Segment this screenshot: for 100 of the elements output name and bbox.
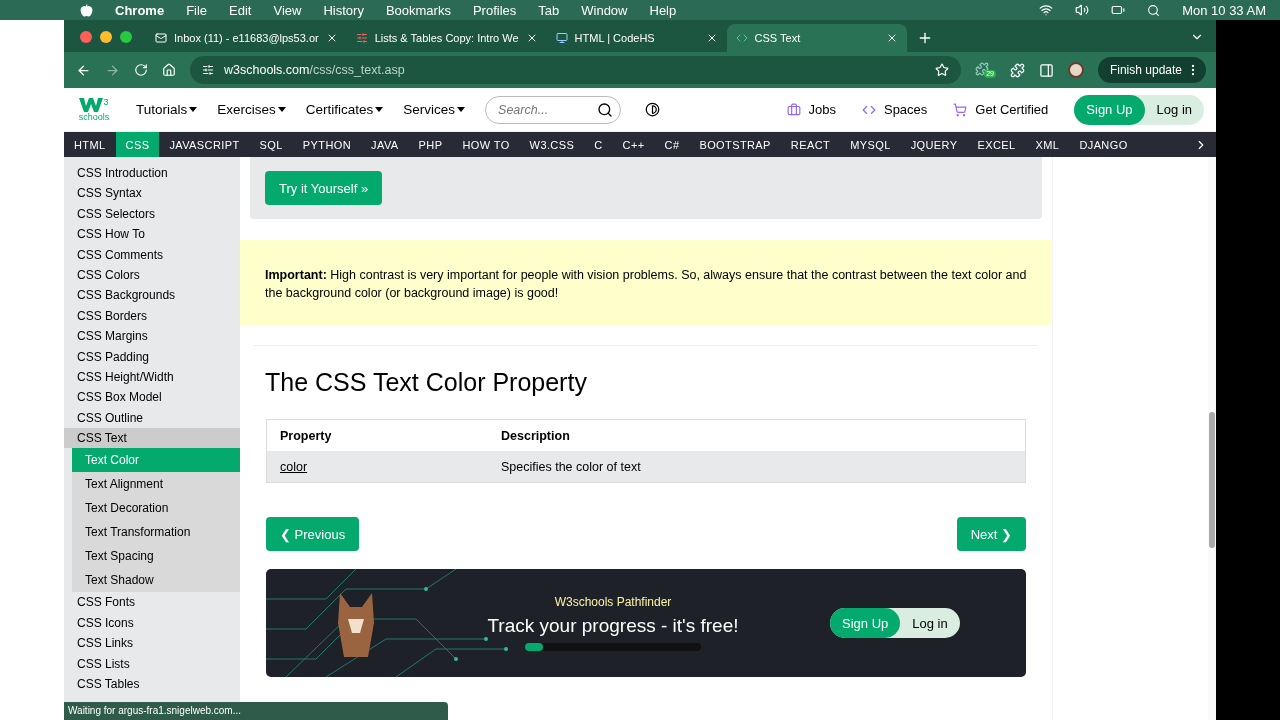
sidebar-item[interactable]: CSS Outline [64,407,240,429]
menu-item[interactable]: Window [581,2,628,18]
extensions-icon[interactable] [1009,62,1025,78]
clock[interactable]: Mon 10 33 AM [1182,2,1266,18]
home-icon[interactable] [162,63,176,77]
caret-icon [277,106,286,113]
topnav-item[interactable]: PYTHON [292,132,362,157]
topnav-item[interactable]: JAVA [361,132,409,157]
topnav-item[interactable]: EXCEL [967,132,1026,157]
sidebar-subitem[interactable]: Text Transformation [72,520,240,545]
sidebar-item[interactable]: CSS Icons [64,612,240,634]
sidebar-item[interactable]: CSS Links [64,633,240,654]
sidebar-subitem[interactable]: Text Spacing [72,544,240,569]
maximize-window-button[interactable] [120,31,132,43]
header-link[interactable]: Get Certified [953,102,1049,117]
sidebar-item[interactable]: CSS Colors [64,264,240,286]
sidebar-item[interactable]: CSS Backgrounds [64,285,240,306]
topnav-item[interactable]: DJANGO [1069,132,1138,157]
menu-item[interactable]: Help [649,2,677,18]
status-bar: Waiting for argus-fra1.snigelweb.com... [64,702,448,720]
sidebar-item[interactable]: CSS Fonts [64,592,240,613]
topnav-item[interactable]: HTML [64,132,116,157]
sidebar-item[interactable]: CSS Tables [64,674,240,695]
topnav-item[interactable]: XML [1025,132,1070,157]
sidebar-subitem[interactable]: Text Shadow [72,568,240,593]
sidebar-item[interactable]: CSS Introduction [64,163,240,184]
back-icon[interactable] [76,62,91,78]
topnav-item[interactable]: C [584,132,613,157]
nav-menu[interactable]: Tutorials [136,102,198,117]
address-field[interactable]: w3schools.com/css/css_text.asp [190,56,962,84]
topnav-item[interactable]: BOOTSTRAP [689,132,781,157]
monitor-icon [555,32,568,44]
caret-icon [457,106,466,113]
contrast-icon[interactable] [645,102,661,117]
browser-tab[interactable]: Inbox (11) - e11683@lps53.or [146,24,347,52]
sidebar-item[interactable]: CSS Borders [64,305,240,327]
topnav-item[interactable]: PHP [408,132,453,157]
banner-subtitle: W3schools Pathfinder [554,595,672,609]
sidebar-item[interactable]: CSS Box Model [64,387,240,408]
browser-tab[interactable]: Lists & Tables Copy: Intro We [346,24,547,52]
menu-item[interactable]: Edit [229,2,252,18]
briefcase-icon [786,102,801,117]
sidebar-item[interactable]: CSS Margins [64,326,240,347]
finish-update-button[interactable]: Finish update [1097,57,1206,83]
star-icon[interactable] [935,63,950,77]
table-cell-text: Specifies the color of text [501,459,642,474]
topnav-item[interactable]: C++ [612,132,655,157]
sidebar-item[interactable]: CSS Lists [64,653,240,675]
site-settings-icon[interactable] [202,64,214,76]
search-field[interactable]: Search... [485,95,622,124]
scrollbar[interactable] [1208,157,1216,720]
nav-menu[interactable]: Exercises [217,102,286,117]
sidebar-subitem[interactable]: Text Decoration [72,496,240,521]
menu-item[interactable]: History [323,2,364,18]
sidebar-item[interactable]: CSS Text [64,428,240,449]
section-heading: The CSS Text Color Property [265,368,588,397]
caret-icon [375,106,384,113]
sidebar-item[interactable]: CSS Comments [64,244,240,265]
header-link[interactable]: Spaces [861,102,928,117]
header-link[interactable]: Jobs [786,102,836,117]
minimize-window-button[interactable] [100,31,112,43]
menu-item[interactable]: Tab [538,2,560,18]
log-in-button[interactable]: Log in [900,608,960,638]
topnav-item[interactable]: SQL [249,132,293,157]
reload-icon[interactable] [134,63,148,77]
forward-icon[interactable] [105,62,120,78]
topnav-item[interactable]: JQUERY [900,132,968,157]
topnav-item[interactable]: REACT [780,132,841,157]
menu-item[interactable]: File [186,2,208,18]
sidebar-item[interactable]: CSS Height/Width [64,366,240,388]
sidebar-item[interactable]: CSS How To [64,224,240,245]
browser-tab[interactable]: CSS Text [726,24,907,52]
search-icon[interactable] [597,101,614,118]
menu-item[interactable]: Chrome [115,2,165,18]
volume-icon[interactable] [1075,3,1090,17]
side-panel-icon[interactable] [1038,62,1054,78]
log-in-button[interactable]: Log in [1144,94,1204,125]
topnav-item[interactable]: MYSQL [840,132,901,157]
menu-item[interactable]: View [273,2,302,18]
topnav-item[interactable]: W3.CSS [519,132,585,157]
browser-tab[interactable]: HTML | CodeHS [546,24,727,52]
sidebar-subitem[interactable]: Text Alignment [72,472,240,497]
sliders-icon [355,32,368,44]
close-window-button[interactable] [80,31,92,43]
apple-icon[interactable] [80,3,93,17]
menu-item[interactable]: Profiles [472,2,517,18]
wifi-icon[interactable] [1039,3,1054,17]
topnav-item[interactable]: C# [654,132,690,157]
sidebar-item[interactable]: CSS Syntax [64,183,240,204]
property-link[interactable]: color [280,459,308,474]
nav-menu[interactable]: Services [403,102,466,117]
menu-item[interactable]: Bookmarks [385,2,451,18]
topnav-item[interactable]: HOW TO [452,132,520,157]
nav-menu[interactable]: Certificates [305,102,384,117]
sidebar-item[interactable]: CSS Padding [64,346,240,367]
topnav-item[interactable]: JAVASCRIPT [159,132,250,157]
battery-icon[interactable] [1111,3,1126,17]
important-note: Important: High contrast is very important for people with vision problems. So, always ensure that the contrast between the text color and the background color (or background image) is good! [240,240,1052,325]
sidebar-item[interactable]: CSS Selectors [64,203,240,225]
avatar[interactable] [1067,62,1084,78]
